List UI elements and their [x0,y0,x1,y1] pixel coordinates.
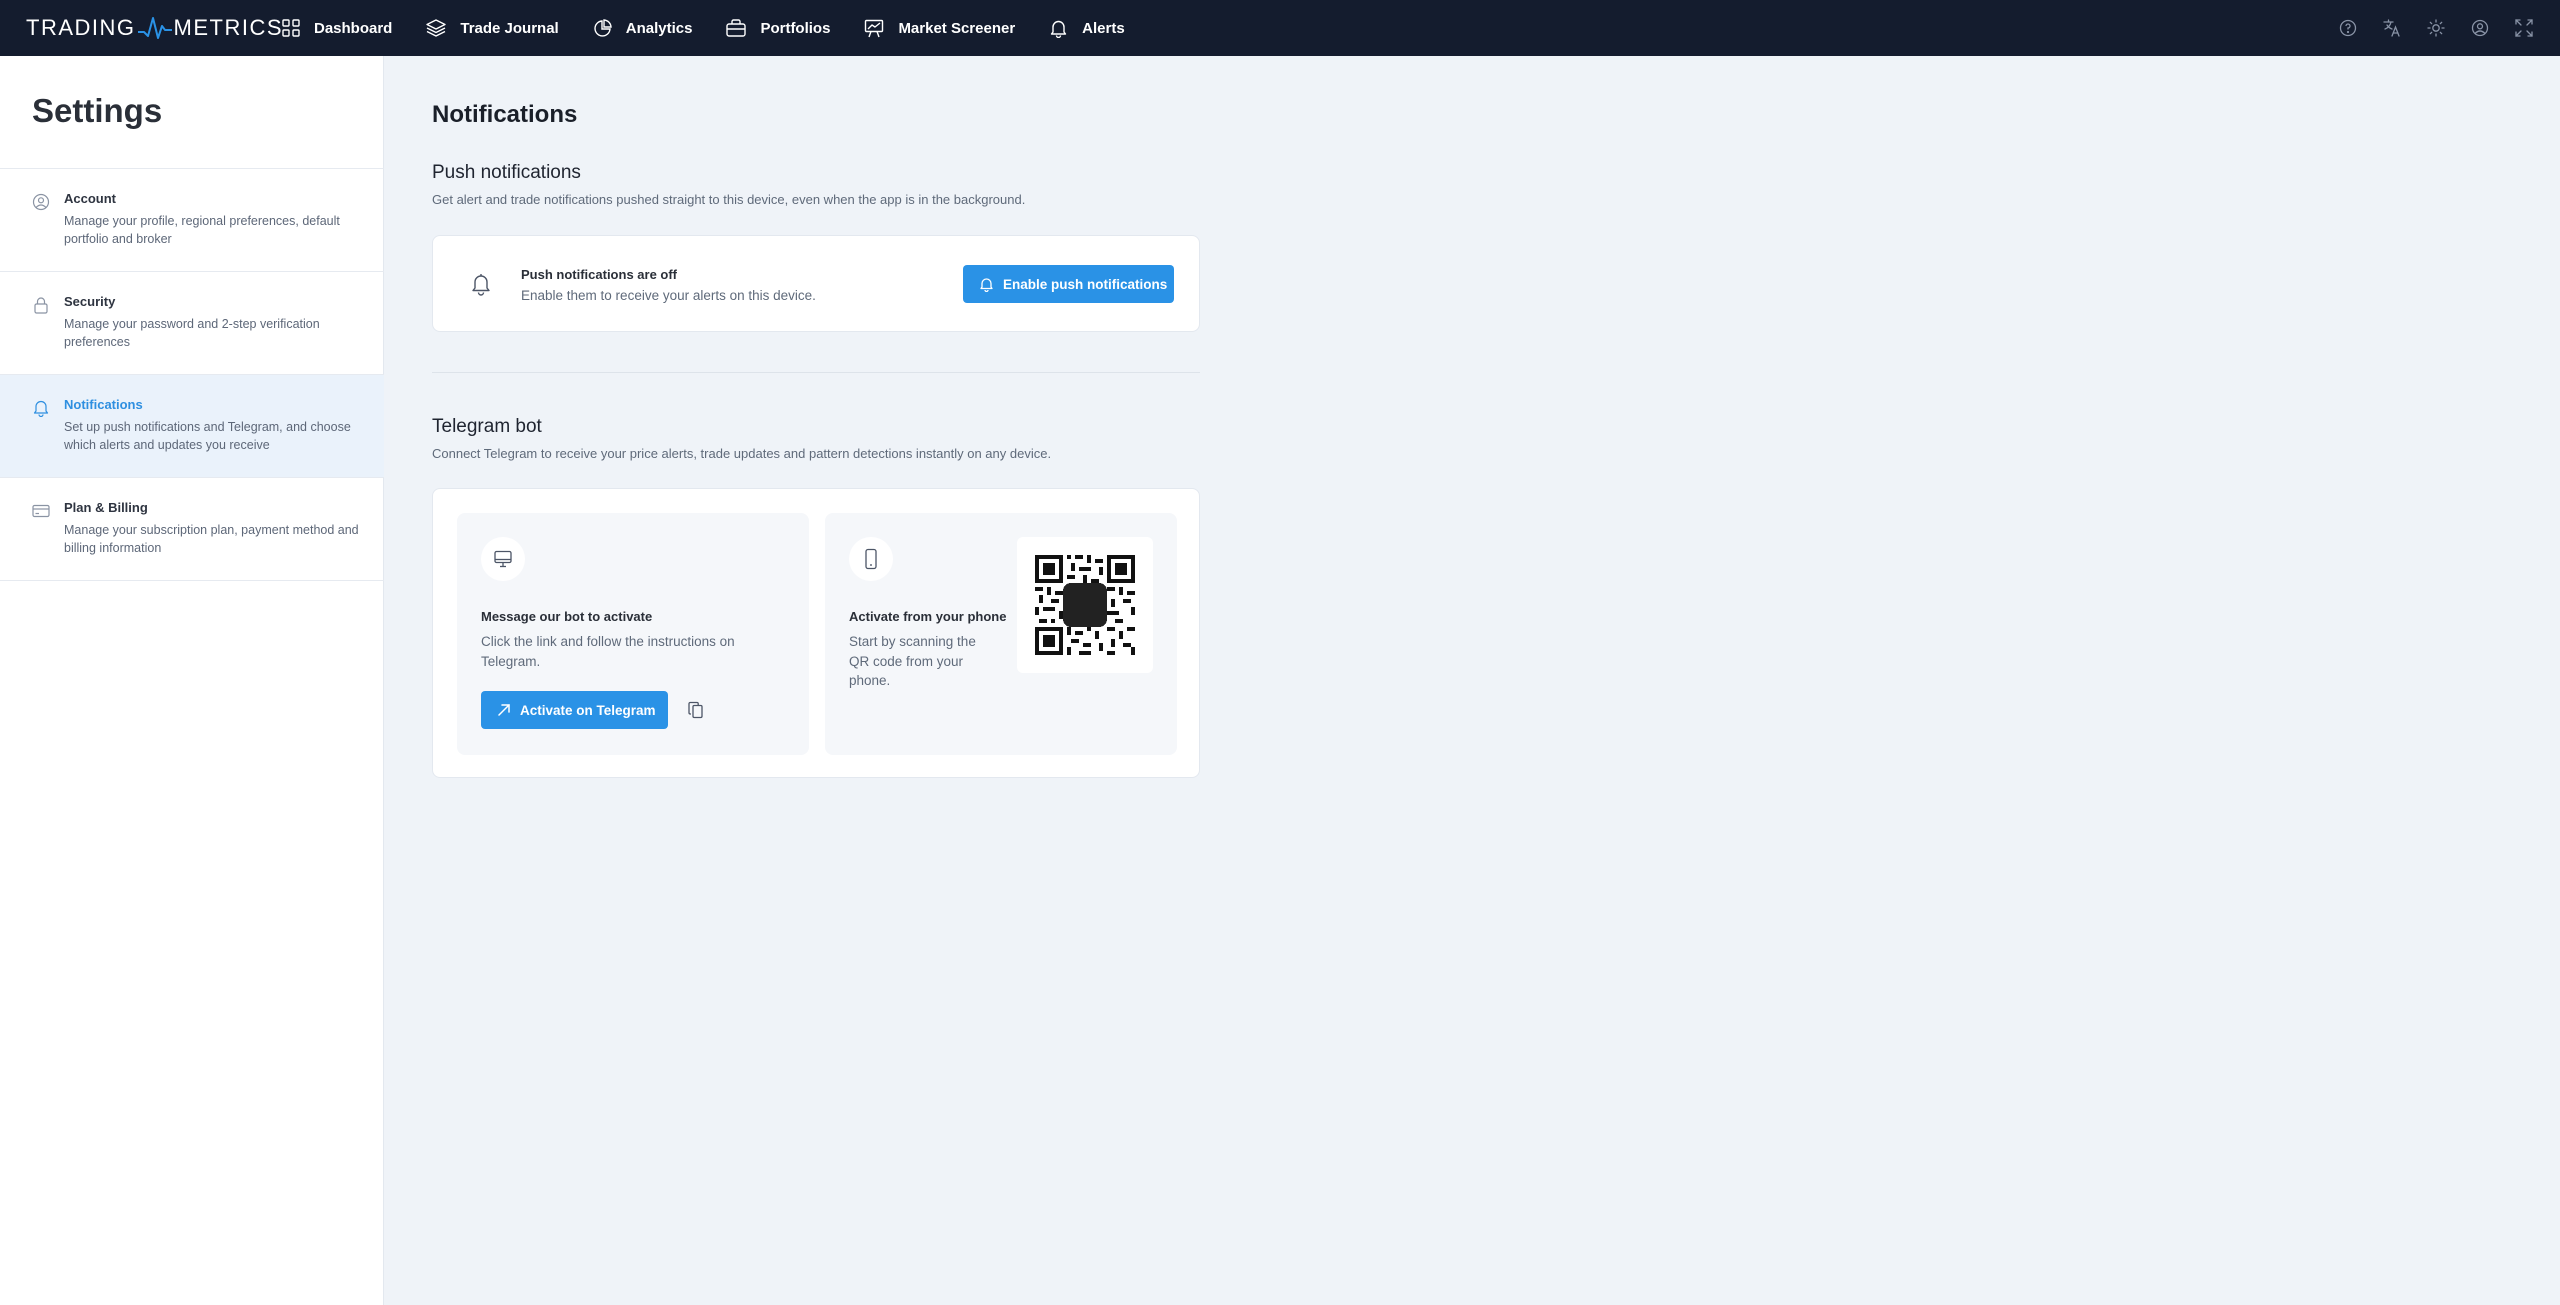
presentation-chart-icon [865,19,884,37]
pie-chart-icon [594,18,612,37]
fullscreen-icon[interactable] [2514,18,2534,38]
telegram-section-title: Telegram bot [432,416,542,437]
phone-icon-circle [849,537,893,581]
sidebar-item-desc: Manage your profile, regional preference… [64,214,340,246]
qr-code [1035,555,1135,655]
activate-telegram-button[interactable]: Activate on Telegram [481,691,668,729]
push-status-title: Push notifications are off [521,267,678,282]
help-icon[interactable] [2338,18,2358,38]
nav-label: Market Screener [898,19,1016,37]
nav-analytics[interactable]: Analytics [593,0,693,56]
enable-push-label: Enable push notifications [1003,276,1168,292]
sidebar-item-title: Plan & Billing [64,500,148,515]
logo-pulse-icon [137,17,172,39]
qr-code-box [1017,537,1153,673]
telegram-bot-subcard: Message our bot to activate Click the li… [457,513,809,755]
settings-title: Settings [32,92,163,129]
nav-label: Analytics [625,19,693,37]
desktop-icon [494,550,512,568]
main-nav: Dashboard Trade Journal Analytics Portfo… [282,0,1159,56]
push-status-card: Push notifications are off Enable them t… [432,235,1200,332]
sidebar-item-desc: Set up push notifications and Telegram, … [64,420,351,452]
nav-alerts[interactable]: Alerts [1049,0,1125,56]
bell-icon [33,400,49,417]
copy-icon [688,701,703,719]
top-navigation-bar: TRADING METRICS Dashboard Trade Journal … [0,0,2560,56]
sidebar-item-title: Security [64,294,116,309]
nav-dashboard[interactable]: Dashboard [282,0,392,56]
briefcase-icon [726,19,747,37]
section-divider [432,372,1200,373]
push-section-title: Push notifications [432,162,581,183]
copy-link-button[interactable] [685,699,707,721]
nav-label: Alerts [1082,19,1125,37]
user-circle-icon [32,193,50,211]
sidebar-item-account[interactable]: Account Manage your profile, regional pr… [0,169,384,272]
theme-sun-icon[interactable] [2426,18,2446,38]
bell-off-icon [472,274,490,296]
grid-icon [282,19,300,37]
telegram-section-desc: Connect Telegram to receive your price a… [432,446,1052,461]
nav-label: Portfolios [760,19,831,37]
lock-icon [34,297,48,314]
external-arrow-icon [498,704,510,716]
nav-market-screener[interactable]: Market Screener [864,0,1015,56]
credit-card-icon [32,504,50,518]
bot-title: Message our bot to activate [481,609,653,624]
telegram-phone-subcard: Activate from your phone Start by scanni… [825,513,1177,755]
nav-label: Trade Journal [460,19,559,37]
bot-desc: Click the link and follow the instructio… [481,634,735,669]
telegram-card: Message our bot to activate Click the li… [432,488,1200,778]
phone-title: Activate from your phone [849,609,1007,624]
logo[interactable]: TRADING METRICS [26,14,283,42]
nav-trade-journal[interactable]: Trade Journal [426,0,559,56]
nav-portfolios[interactable]: Portfolios [726,0,830,56]
settings-sidebar: Settings Account Manage your profile, re… [0,56,384,1305]
bell-icon [980,277,993,292]
enable-push-button[interactable]: Enable push notifications [963,265,1174,303]
logo-text-metrics: METRICS [173,15,283,40]
push-section-desc: Get alert and trade notifications pushed… [432,192,1026,207]
phone-desc: Start by scanning the QR code from your … [849,634,976,688]
nav-label: Dashboard [314,19,393,37]
bell-icon [1050,20,1067,38]
push-status-desc: Enable them to receive your alerts on th… [521,288,816,303]
layers-icon [426,19,447,37]
translate-icon[interactable] [2382,18,2402,38]
sidebar-item-plan-billing[interactable]: Plan & Billing Manage your subscription … [0,478,384,581]
smartphone-icon [865,548,877,570]
activate-telegram-label: Activate on Telegram [520,702,656,718]
page-title: Notifications [432,101,578,128]
sidebar-item-desc: Manage your password and 2-step verifica… [64,317,320,349]
sidebar-item-notifications[interactable]: Notifications Set up push notifications … [0,375,384,478]
sidebar-item-title: Account [64,191,116,206]
sidebar-item-desc: Manage your subscription plan, payment m… [64,523,359,555]
desktop-icon-circle [481,537,525,581]
top-right-icons [2314,0,2534,56]
sidebar-item-title: Notifications [64,397,143,412]
sidebar-item-security[interactable]: Security Manage your password and 2-step… [0,272,384,375]
user-profile-icon[interactable] [2470,18,2490,38]
logo-text-trading: TRADING [26,15,136,40]
